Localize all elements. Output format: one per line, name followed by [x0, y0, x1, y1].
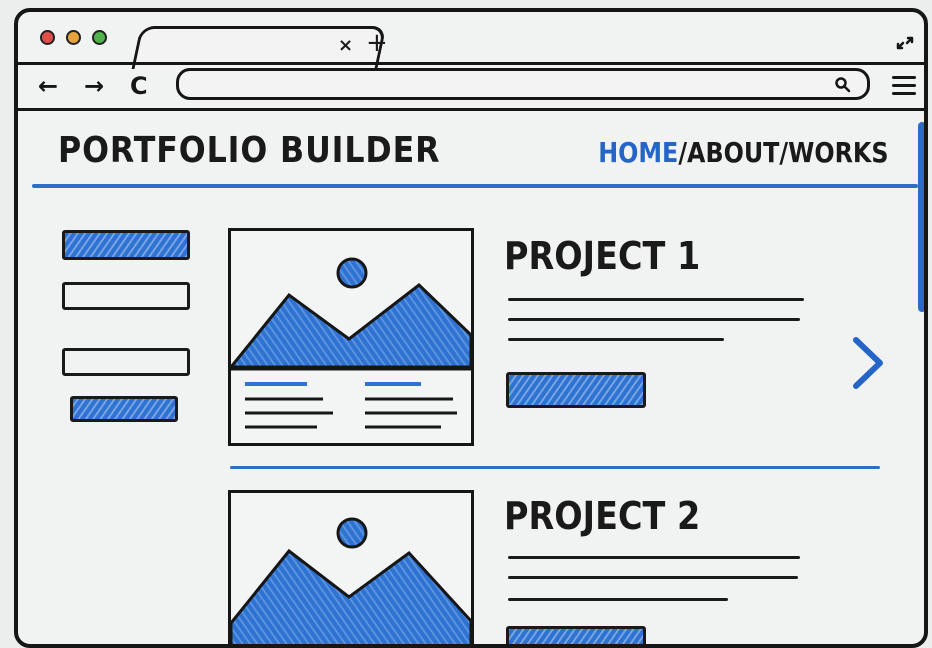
- image-placeholder-icon: [231, 517, 471, 644]
- project-button[interactable]: [506, 626, 646, 644]
- image-placeholder-icon: [231, 257, 471, 429]
- text-line: [508, 318, 800, 321]
- address-input[interactable]: [193, 71, 782, 99]
- nav-link-works[interactable]: WORKS: [788, 136, 888, 169]
- minimize-window-button[interactable]: [66, 30, 81, 45]
- browser-window: × + ← → C PORTFOLIO BUILDER HOME/ABOUT/W…: [14, 8, 928, 648]
- close-window-button[interactable]: [40, 30, 55, 45]
- expand-icon[interactable]: [894, 34, 916, 52]
- toolbar-divider: [18, 108, 924, 111]
- nav-separator: /: [778, 136, 788, 169]
- new-tab-button[interactable]: +: [366, 30, 388, 56]
- sidebar-button[interactable]: [62, 348, 190, 376]
- maximize-window-button[interactable]: [92, 30, 107, 45]
- project-thumbnail[interactable]: [228, 490, 474, 644]
- address-bar[interactable]: [176, 68, 870, 100]
- site-nav: HOME/ABOUT/WORKS: [598, 136, 888, 169]
- reload-icon[interactable]: C: [130, 74, 148, 98]
- site-title: PORTFOLIO BUILDER: [58, 130, 441, 171]
- text-line: [508, 556, 800, 559]
- project-button[interactable]: [506, 372, 646, 408]
- hamburger-menu-icon[interactable]: [892, 76, 916, 96]
- project-title: PROJECT 2: [504, 494, 701, 538]
- forward-arrow-icon[interactable]: →: [84, 74, 104, 98]
- nav-link-about[interactable]: ABOUT: [687, 136, 779, 169]
- search-icon[interactable]: [833, 75, 853, 95]
- project-divider: [230, 466, 880, 469]
- sidebar-button-active[interactable]: [62, 230, 190, 260]
- browser-titlebar: × +: [18, 12, 924, 69]
- text-line: [508, 298, 804, 301]
- header-divider: [32, 184, 918, 188]
- tab-close-button[interactable]: ×: [338, 36, 353, 56]
- nav-link-home[interactable]: HOME: [598, 136, 678, 169]
- back-arrow-icon[interactable]: ←: [38, 74, 58, 98]
- project-thumbnail[interactable]: [228, 228, 474, 446]
- text-line: [508, 576, 798, 579]
- text-line: [508, 338, 724, 341]
- project-title: PROJECT 1: [504, 234, 701, 278]
- chevron-right-icon[interactable]: [848, 334, 888, 392]
- browser-toolbar: ← → C: [18, 64, 924, 108]
- nav-separator: /: [677, 136, 687, 169]
- page-content: PORTFOLIO BUILDER HOME/ABOUT/WORKS PROJE…: [18, 112, 924, 644]
- text-line: [508, 598, 728, 601]
- sidebar-button[interactable]: [62, 282, 190, 310]
- scrollbar[interactable]: [918, 122, 924, 312]
- sidebar-button-highlight[interactable]: [70, 396, 178, 422]
